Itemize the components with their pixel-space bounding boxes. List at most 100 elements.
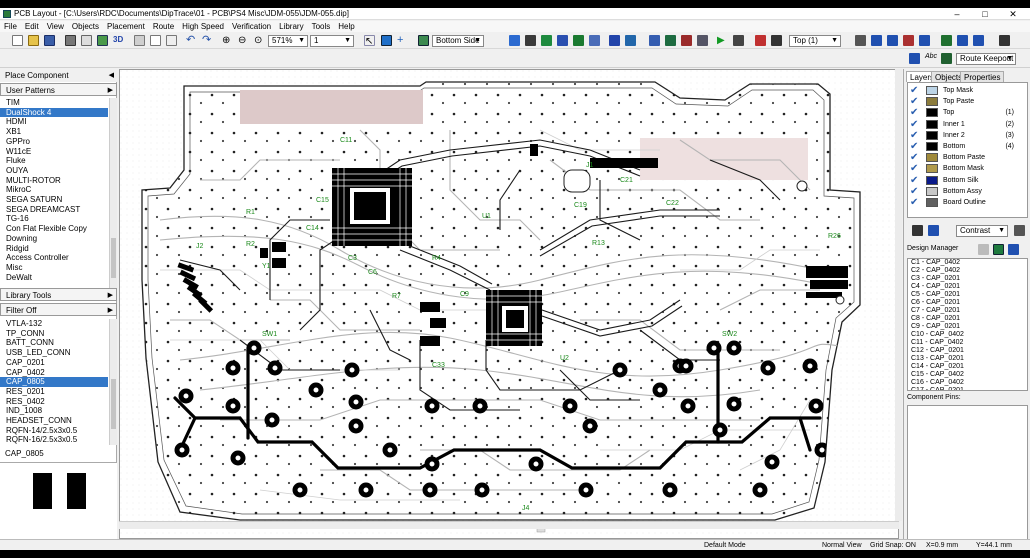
- checkmark-icon[interactable]: ✔: [910, 85, 918, 96]
- layer-row[interactable]: ✔ Bottom (4): [908, 141, 1026, 152]
- component-designator-label[interactable]: SW1: [262, 331, 277, 338]
- menu-verification[interactable]: Verification: [228, 21, 275, 32]
- layer-color-swatch[interactable]: [926, 175, 938, 185]
- component-list-item[interactable]: BATT_CONN: [0, 338, 108, 348]
- user-patterns-dropdown[interactable]: User Patterns ▶: [0, 83, 117, 96]
- layer-up-icon[interactable]: [871, 35, 882, 46]
- layer-color-swatch[interactable]: [926, 186, 938, 196]
- design-manager-item[interactable]: C10 - CAP_0402: [908, 331, 1027, 339]
- autoroute-icon[interactable]: [649, 35, 660, 46]
- component-list-item[interactable]: CAP_0805: [0, 377, 108, 387]
- component-designator-label[interactable]: R13: [592, 240, 605, 247]
- layer-color-swatch[interactable]: [926, 86, 938, 95]
- menu-library[interactable]: Library: [275, 21, 307, 32]
- side-combo[interactable]: Bottom Side ▼: [432, 35, 484, 47]
- pcb-canvas[interactable]: C11 J1 C22 C19 R13 R26 SW1 SW2 J2 J4 C33 R1 R2 Y1 C3 C6…: [119, 69, 899, 539]
- design-manager-item[interactable]: C12 - CAP_0201: [908, 347, 1027, 355]
- dm-components-icon[interactable]: [993, 244, 1004, 255]
- print-preview-icon[interactable]: [81, 35, 92, 46]
- collapse-icon[interactable]: ◀: [109, 69, 114, 82]
- component-list-scrollbar[interactable]: [109, 319, 117, 445]
- pattern-list-item[interactable]: W11cE: [0, 147, 108, 157]
- layer-row[interactable]: ✔ Inner 2 (3): [908, 130, 1026, 141]
- select-pointer-icon[interactable]: ↖: [364, 35, 375, 47]
- component-designator-label[interactable]: R4: [432, 255, 441, 262]
- layer-color-swatch[interactable]: [926, 119, 938, 129]
- pattern-list-item[interactable]: Ridgid: [0, 244, 108, 254]
- component-designator-label[interactable]: J4: [522, 505, 530, 512]
- zoom-combo[interactable]: 571% ▼: [268, 35, 308, 47]
- pin-icon[interactable]: [912, 225, 923, 236]
- copper-pour-icon[interactable]: [573, 35, 584, 46]
- checkmark-icon[interactable]: ✔: [910, 130, 918, 141]
- net-connectivity-icon[interactable]: [771, 35, 782, 46]
- stop-route-icon[interactable]: [733, 35, 744, 46]
- redo-icon[interactable]: ↷: [202, 35, 213, 46]
- design-manager-item[interactable]: C16 - CAP_0402: [908, 379, 1027, 387]
- minimize-button[interactable]: –: [944, 9, 970, 19]
- menu-help[interactable]: Help: [334, 21, 358, 32]
- menu-edit[interactable]: Edit: [21, 21, 43, 32]
- zoom-out-icon[interactable]: ⊖: [238, 35, 249, 46]
- place-via-icon[interactable]: [557, 35, 568, 46]
- component-designator-label[interactable]: R2: [246, 241, 255, 248]
- filter-dropdown[interactable]: Filter Off ▶: [0, 303, 117, 316]
- menu-file[interactable]: File: [0, 21, 21, 32]
- scroll-thumb[interactable]: [111, 379, 116, 429]
- pattern-list-item[interactable]: Misc: [0, 263, 108, 273]
- component-designator-label[interactable]: C22: [666, 200, 679, 207]
- checkmark-icon[interactable]: ✔: [910, 141, 918, 152]
- open-folder-icon[interactable]: [28, 35, 39, 46]
- panel-toggle-icon[interactable]: [999, 35, 1010, 46]
- mirror-icon[interactable]: [941, 35, 952, 46]
- layer-color-swatch[interactable]: [926, 130, 938, 140]
- component-designator-label[interactable]: C3: [348, 255, 357, 262]
- pattern-list-item[interactable]: Access Controller: [0, 253, 108, 263]
- design-manager-item[interactable]: C13 - CAP_0201: [908, 355, 1027, 363]
- text-tool-icon[interactable]: [589, 35, 600, 46]
- component-designator-label[interactable]: C19: [574, 202, 587, 209]
- component-list-item[interactable]: RES_0201: [0, 387, 108, 397]
- layer-row[interactable]: ✔ Top Paste: [908, 96, 1026, 107]
- component-designator-label[interactable]: C9: [460, 291, 469, 298]
- component-list-item[interactable]: VTLA-132: [0, 319, 108, 329]
- save-icon[interactable]: [44, 35, 55, 46]
- zoom-fit-icon[interactable]: ⊙: [254, 35, 265, 46]
- pattern-list-item[interactable]: GPPro: [0, 137, 108, 147]
- grid-icon[interactable]: [625, 35, 636, 46]
- pattern-list-item[interactable]: Con Flat Flexible Copy: [0, 224, 108, 234]
- layer-side-icon[interactable]: [418, 35, 429, 46]
- layer-row[interactable]: ✔ Bottom Paste: [908, 152, 1026, 163]
- layer-color-swatch[interactable]: [926, 108, 938, 118]
- component-designator-label[interactable]: Y1: [262, 263, 271, 270]
- dm-nets-icon[interactable]: [1008, 244, 1019, 255]
- checkmark-icon[interactable]: ✔: [910, 186, 918, 197]
- pattern-list-item[interactable]: TIM: [0, 98, 108, 108]
- layer-options-icon[interactable]: [1014, 225, 1025, 236]
- dm-filter-icon[interactable]: [978, 244, 989, 255]
- cut-icon[interactable]: [134, 35, 145, 46]
- layer-visibility-icon[interactable]: [855, 35, 866, 46]
- checkmark-icon[interactable]: ✔: [910, 197, 918, 208]
- scroll-thumb[interactable]: [111, 238, 116, 278]
- component-list-item[interactable]: TP_CONN: [0, 329, 108, 339]
- measure-icon[interactable]: [957, 35, 968, 46]
- 3d-view-button[interactable]: 3D: [113, 35, 127, 46]
- design-manager-item[interactable]: C7 - CAP_0201: [908, 307, 1027, 315]
- checkmark-icon[interactable]: ✔: [910, 107, 918, 118]
- run-route-icon[interactable]: ▶: [717, 35, 728, 46]
- layer-row[interactable]: ✔ Top (1): [908, 107, 1026, 118]
- design-manager-item[interactable]: C3 - CAP_0201: [908, 275, 1027, 283]
- close-button[interactable]: ✕: [1000, 9, 1026, 19]
- width-combo[interactable]: 1 ▼: [310, 35, 354, 47]
- layer-color-swatch[interactable]: [926, 153, 938, 163]
- unroute-icon[interactable]: [665, 35, 676, 46]
- pattern-list-item[interactable]: XB1: [0, 127, 108, 137]
- layer-color-swatch[interactable]: [926, 97, 938, 107]
- pattern-list-item[interactable]: OUYA: [0, 166, 108, 176]
- canvas-vertical-scrollbar[interactable]: [895, 69, 902, 521]
- component-list-item[interactable]: CAP_0402: [0, 368, 108, 378]
- menu-tools[interactable]: Tools: [308, 21, 335, 32]
- design-manager-item[interactable]: C14 - CAP_0201: [908, 363, 1027, 371]
- new-file-icon[interactable]: [12, 35, 23, 46]
